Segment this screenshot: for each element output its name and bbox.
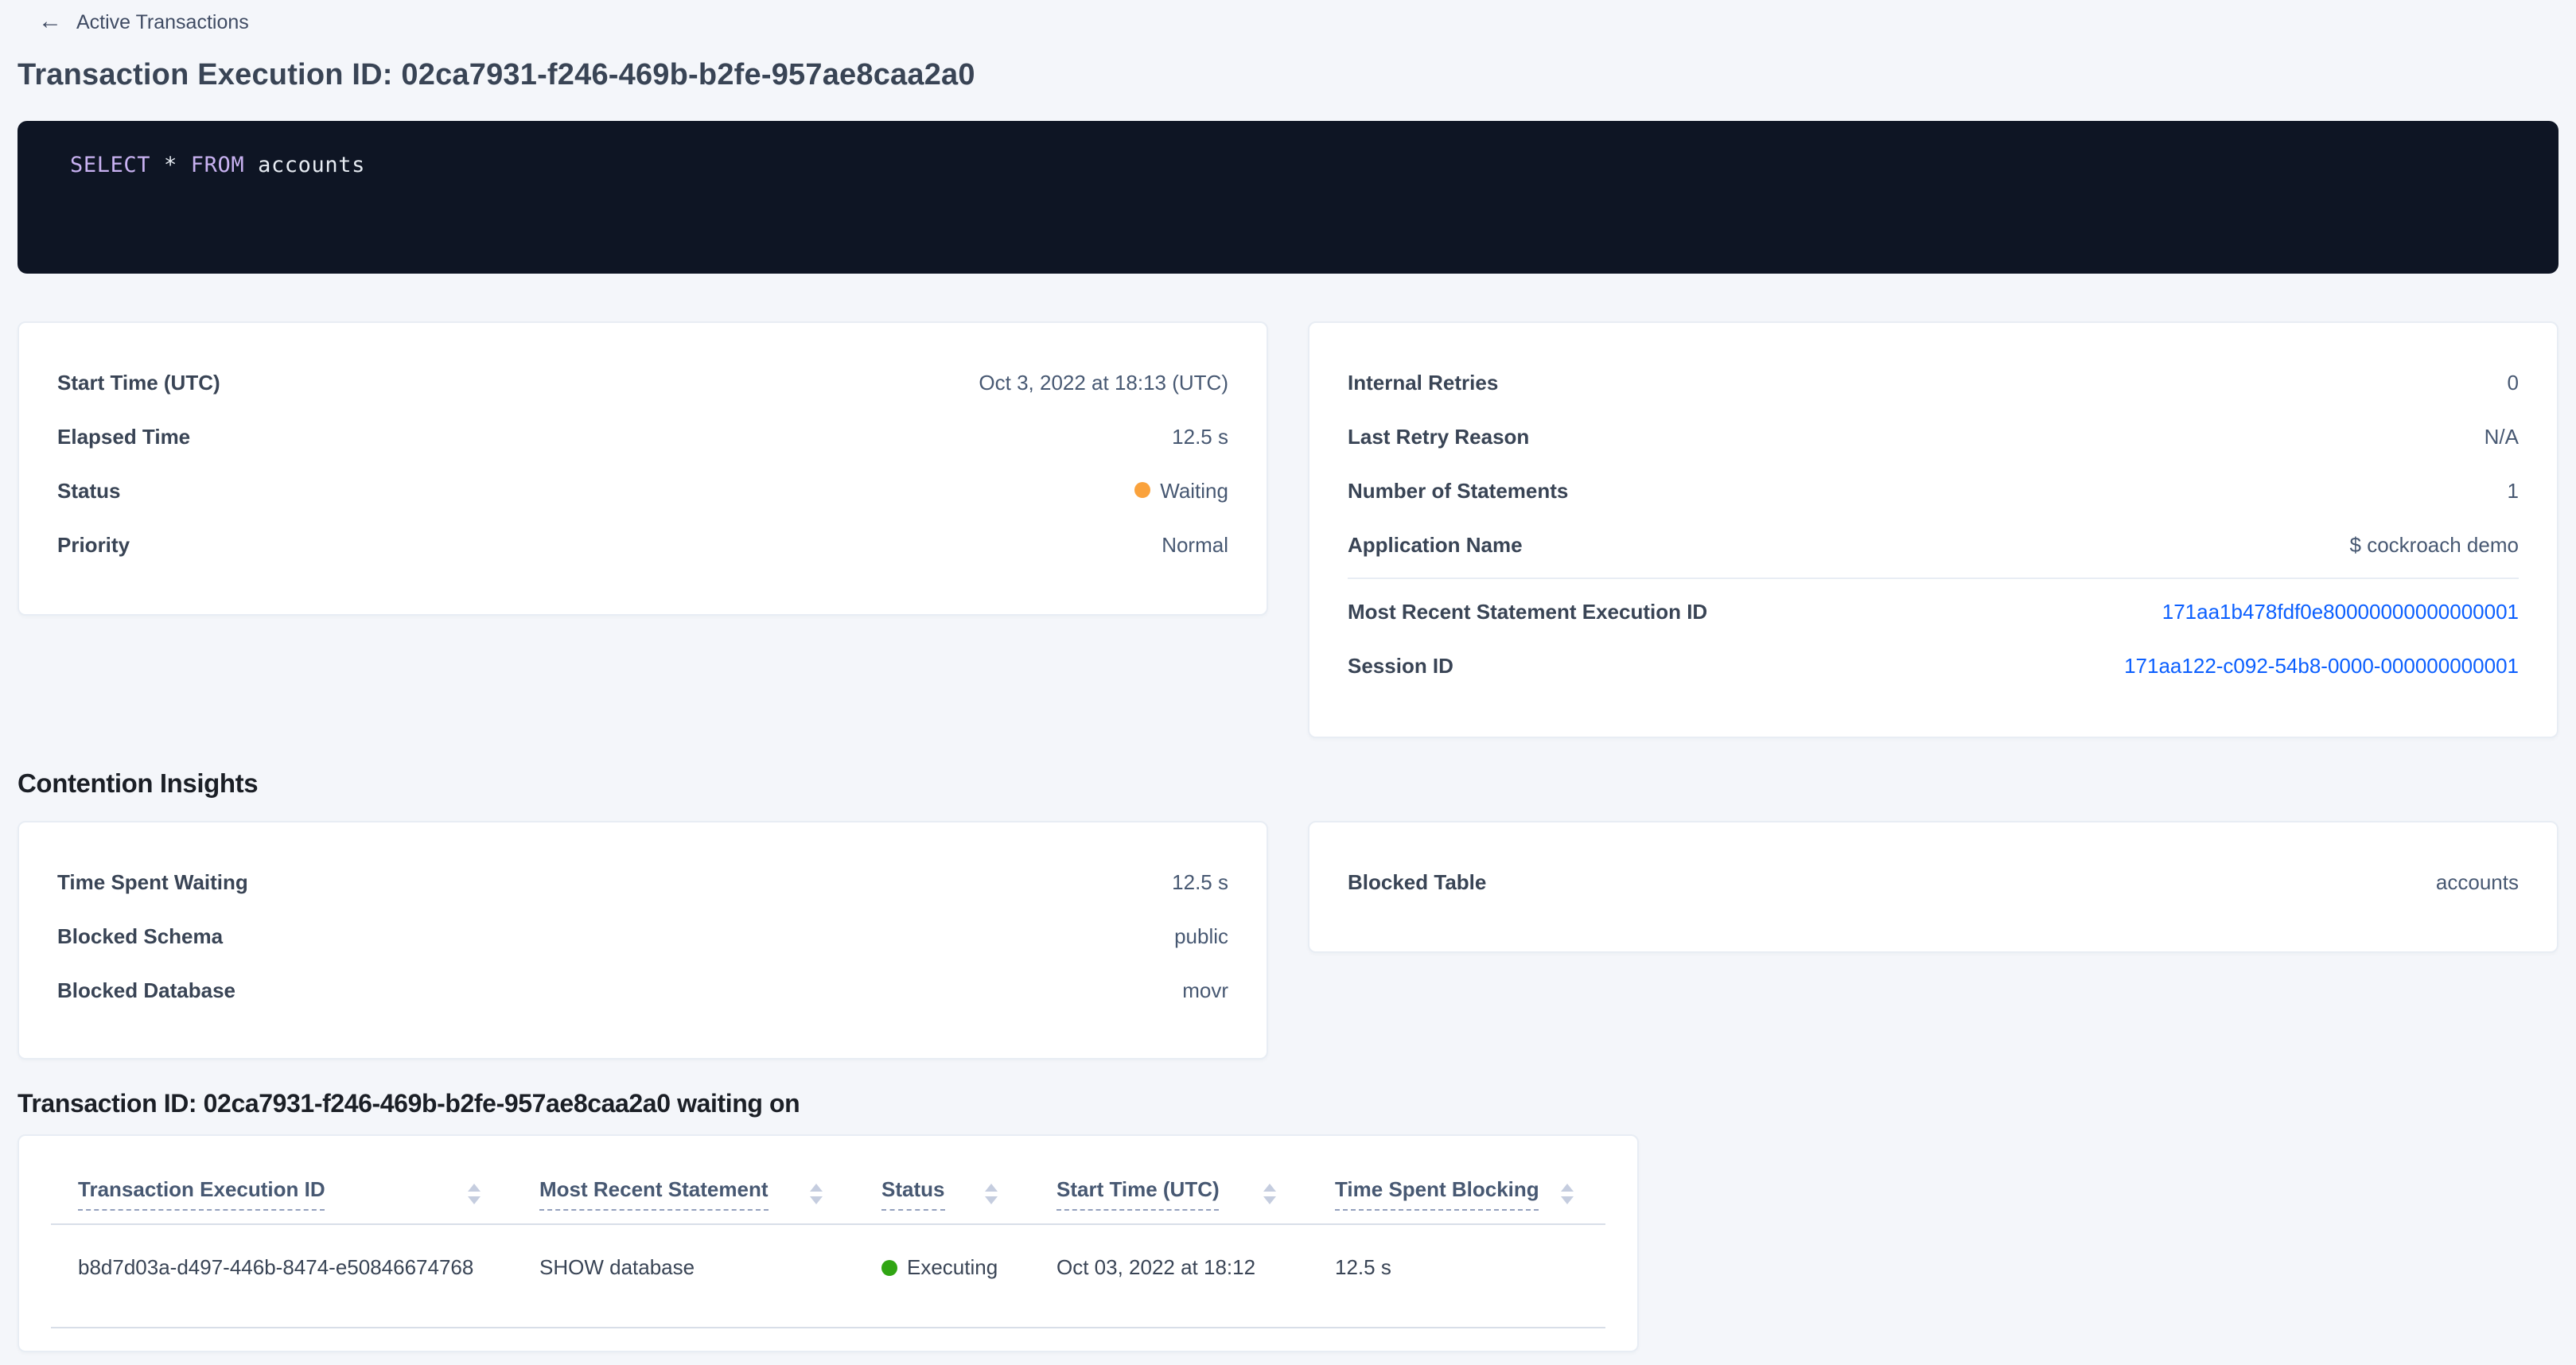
- sort-arrows-icon[interactable]: [1561, 1184, 1574, 1204]
- summary-row-elapsed-time: Elapsed Time 12.5 s: [19, 409, 1267, 463]
- row-label: Application Name: [1348, 532, 1523, 556]
- statement-execution-id-link[interactable]: 171aa1b478fdf0e80000000000000001: [2162, 599, 2519, 623]
- contention-row-blocked-table: Blocked Table accounts: [1309, 854, 2557, 908]
- contention-card-right: Blocked Table accounts: [1308, 821, 2558, 953]
- summary-card-timing: Start Time (UTC) Oct 3, 2022 at 18:13 (U…: [18, 321, 1268, 616]
- sql-keyword-from: FROM: [191, 153, 244, 178]
- sql-keyword-select: SELECT: [70, 153, 150, 178]
- contention-row-blocked-database: Blocked Database movr: [19, 962, 1267, 1017]
- row-label: Elapsed Time: [57, 424, 190, 448]
- contention-card-left: Time Spent Waiting 12.5 s Blocked Schema…: [18, 821, 1268, 1060]
- breadcrumb-label: Active Transactions: [76, 10, 249, 33]
- summary-row-start-time: Start Time (UTC) Oct 3, 2022 at 18:13 (U…: [19, 355, 1267, 409]
- row-label: Session ID: [1348, 653, 1453, 677]
- status-executing-dot-icon: [881, 1259, 897, 1275]
- summary-row-number-of-statements: Number of Statements 1: [1309, 463, 2557, 517]
- row-value: Oct 3, 2022 at 18:13 (UTC): [979, 370, 1228, 394]
- card-divider: [1348, 578, 2519, 579]
- row-label: Blocked Database: [57, 978, 235, 1001]
- status-waiting-dot-icon: [1134, 482, 1150, 498]
- row-label: Status: [57, 478, 120, 502]
- cell-time-spent-blocking: 12.5 s: [1308, 1255, 1605, 1280]
- status-badge: Waiting: [1134, 478, 1228, 502]
- row-label: Priority: [57, 532, 130, 556]
- sort-arrows-icon[interactable]: [985, 1184, 998, 1204]
- breadcrumb-back-link[interactable]: ← Active Transactions: [38, 10, 2558, 33]
- summary-cards-row: Start Time (UTC) Oct 3, 2022 at 18:13 (U…: [18, 321, 2558, 738]
- contention-insights-heading: Contention Insights: [18, 770, 2558, 800]
- contention-cards-row: Time Spent Waiting 12.5 s Blocked Schema…: [18, 821, 2558, 1060]
- row-value: 1: [2508, 478, 2519, 502]
- column-header-start-time[interactable]: Start Time (UTC): [1029, 1177, 1308, 1211]
- sort-arrows-icon[interactable]: [810, 1184, 823, 1204]
- sql-star: *: [164, 153, 177, 178]
- column-header-label: Status: [881, 1177, 944, 1211]
- cell-start-time: Oct 03, 2022 at 18:12: [1029, 1255, 1308, 1280]
- row-label: Internal Retries: [1348, 370, 1498, 394]
- active-transaction-details-page: ← Active Transactions Transaction Execut…: [0, 0, 2576, 1365]
- row-label: Most Recent Statement Execution ID: [1348, 599, 1707, 623]
- row-value: 0: [2508, 370, 2519, 394]
- row-label: Blocked Table: [1348, 869, 1486, 893]
- summary-row-status: Status Waiting: [19, 463, 1267, 517]
- waiting-on-heading: Transaction ID: 02ca7931-f246-469b-b2fe-…: [18, 1091, 2558, 1120]
- sort-arrows-icon[interactable]: [1263, 1184, 1276, 1204]
- waiting-on-table-card: Transaction Execution ID Most Recent Sta…: [18, 1134, 1639, 1351]
- row-value: public: [1174, 924, 1228, 947]
- row-value: accounts: [2436, 869, 2519, 893]
- page-title: Transaction Execution ID: 02ca7931-f246-…: [18, 59, 2558, 94]
- table-header-row: Transaction Execution ID Most Recent Sta…: [51, 1136, 1605, 1225]
- row-label: Last Retry Reason: [1348, 424, 1529, 448]
- summary-row-internal-retries: Internal Retries 0: [1309, 355, 2557, 409]
- column-header-label: Transaction Execution ID: [78, 1177, 325, 1211]
- row-value: 12.5 s: [1172, 424, 1228, 448]
- status-text: Executing: [907, 1255, 998, 1279]
- row-value: 12.5 s: [1172, 869, 1228, 893]
- column-header-label: Most Recent Statement: [539, 1177, 769, 1211]
- summary-row-application-name: Application Name $ cockroach demo: [1309, 517, 2557, 571]
- row-label: Time Spent Waiting: [57, 869, 248, 893]
- row-value: N/A: [2485, 424, 2519, 448]
- column-header-label: Time Spent Blocking: [1335, 1177, 1539, 1211]
- column-header-most-recent-statement[interactable]: Most Recent Statement: [512, 1177, 854, 1211]
- row-value: $ cockroach demo: [2350, 532, 2519, 556]
- cell-transaction-execution-id: b8d7d03a-d497-446b-8474-e50846674768: [51, 1255, 512, 1280]
- summary-row-last-retry-reason: Last Retry Reason N/A: [1309, 409, 2557, 463]
- row-label: Start Time (UTC): [57, 370, 220, 394]
- contention-row-blocked-schema: Blocked Schema public: [19, 908, 1267, 962]
- arrow-left-icon: ←: [38, 10, 62, 33]
- sort-arrows-icon[interactable]: [468, 1184, 481, 1204]
- summary-card-execution: Internal Retries 0 Last Retry Reason N/A…: [1308, 321, 2558, 738]
- summary-row-statement-execution-id: Most Recent Statement Execution ID 171aa…: [1309, 584, 2557, 638]
- session-id-link[interactable]: 171aa122-c092-54b8-0000-000000000001: [2124, 653, 2519, 677]
- status-text: Waiting: [1160, 478, 1228, 502]
- row-label: Number of Statements: [1348, 478, 1568, 502]
- row-label: Blocked Schema: [57, 924, 223, 947]
- row-value: Normal: [1162, 532, 1228, 556]
- row-value: movr: [1182, 978, 1228, 1001]
- column-header-status[interactable]: Status: [854, 1177, 1029, 1211]
- column-header-time-spent-blocking[interactable]: Time Spent Blocking: [1308, 1177, 1605, 1211]
- summary-row-priority: Priority Normal: [19, 517, 1267, 571]
- column-header-transaction-execution-id[interactable]: Transaction Execution ID: [51, 1177, 512, 1211]
- sql-statement-box: SELECT * FROM accounts: [18, 121, 2558, 274]
- contention-row-time-spent-waiting: Time Spent Waiting 12.5 s: [19, 854, 1267, 908]
- summary-row-session-id: Session ID 171aa122-c092-54b8-0000-00000…: [1309, 638, 2557, 692]
- cell-most-recent-statement: SHOW database: [512, 1255, 854, 1280]
- sql-table-name: accounts: [258, 153, 365, 178]
- cell-status: Executing: [854, 1255, 1029, 1280]
- column-header-label: Start Time (UTC): [1056, 1177, 1220, 1211]
- table-row: b8d7d03a-d497-446b-8474-e50846674768 SHO…: [51, 1225, 1605, 1328]
